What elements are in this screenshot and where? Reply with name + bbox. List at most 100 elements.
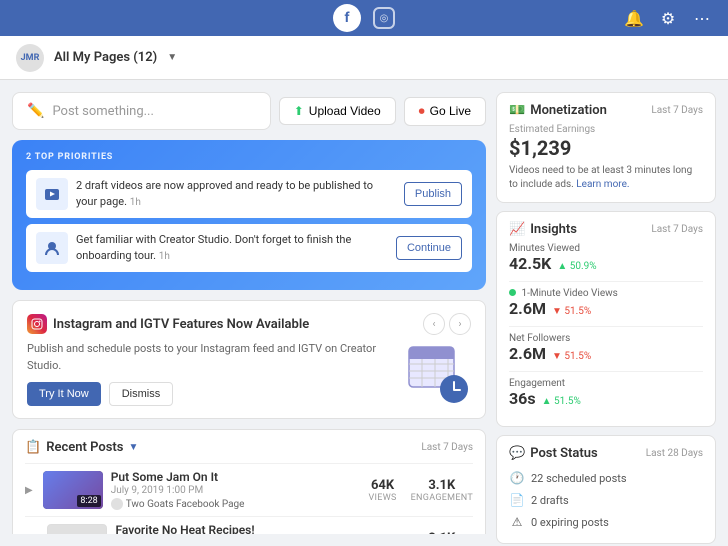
chevron-down-icon[interactable]: ▼ <box>128 442 138 453</box>
nav-center: f ◎ <box>333 4 395 32</box>
post-date-1: July 9, 2019 1:00 PM <box>111 485 361 496</box>
insights-row-followers: Net Followers 2.6M ▼ 51.5% <box>509 333 703 363</box>
insights-card-header: 📈 Insights Last 7 Days <box>509 222 703 237</box>
priorities-card: 2 TOP PRIORITIES 2 draft videos are now … <box>12 140 486 290</box>
monetization-note: Videos need to be at least 3 minutes lon… <box>509 164 703 192</box>
upload-video-button[interactable]: ⬆ Upload Video <box>279 97 396 125</box>
instagram-banner-actions: Try It Now Dismiss <box>27 382 393 406</box>
priority-text-1: 2 draft videos are now approved and read… <box>76 178 396 209</box>
recent-posts-period: Last 7 Days <box>421 442 473 453</box>
go-live-button[interactable]: ⏺ Go Live <box>404 97 486 126</box>
divider <box>509 281 703 282</box>
instagram-banner: Instagram and IGTV Features Now Availabl… <box>12 300 486 419</box>
engagement-stat-1: 3.1K ENGAGEMENT <box>411 478 473 503</box>
post-page-avatar-icon <box>111 498 123 510</box>
edit-icon: ✏️ <box>27 103 44 119</box>
views-stat-1: 64K VIEWS <box>369 478 397 503</box>
try-it-now-button[interactable]: Try It Now <box>27 382 101 406</box>
clock-icon: 🕐 <box>509 471 525 485</box>
post-status-icon: 💬 <box>509 446 525 461</box>
banner-prev-button[interactable]: ‹ <box>423 313 445 335</box>
post-thumbnail-2: Aa <box>47 524 107 534</box>
recent-posts-header: 📋 Recent Posts ▼ Last 7 Days <box>25 440 473 455</box>
post-stats-1: 64K VIEWS 3.1K ENGAGEMENT <box>369 478 474 503</box>
earnings-value: $1,239 <box>509 136 703 160</box>
learn-more-link[interactable]: Learn more. <box>576 179 629 190</box>
drafts-row: 📄 2 drafts <box>509 489 703 511</box>
instagram-nav-icon[interactable]: ◎ <box>373 7 395 29</box>
sub-header: JMR All My Pages (12) ▼ <box>0 36 728 80</box>
main-layout: ✏️ Post something... ⬆ Upload Video ⏺ Go… <box>0 80 728 546</box>
trend-up-icon: ▲ 51.5% <box>542 396 581 407</box>
post-status-title: 💬 Post Status <box>509 446 598 461</box>
avatar: JMR <box>16 44 44 72</box>
monetization-card-header: 💵 Monetization Last 7 Days <box>509 103 703 118</box>
drafts-icon: 📄 <box>509 493 525 507</box>
post-info-1: Put Some Jam On It July 9, 2019 1:00 PM … <box>111 470 361 510</box>
post-row: ▶ 8:28 Put Some Jam On It July 9, 2019 1… <box>25 463 473 516</box>
dismiss-button[interactable]: Dismiss <box>109 382 174 406</box>
divider <box>509 371 703 372</box>
post-title-2: Favorite No Heat Recipes! <box>115 523 360 534</box>
post-placeholder-text: Post something... <box>52 104 153 119</box>
views-stat-2: -- VIEWS <box>369 531 397 535</box>
post-stats-2: -- VIEWS 3.1K ENGAGEMENT <box>369 531 474 535</box>
post-info-2: Favorite No Heat Recipes! July 12, 2019 … <box>115 523 360 534</box>
post-status-header: 💬 Post Status Last 28 Days <box>509 446 703 461</box>
priority-tour-icon <box>36 232 68 264</box>
earnings-label: Estimated Earnings <box>509 124 703 135</box>
instagram-banner-body: Publish and schedule posts to your Insta… <box>27 341 471 406</box>
top-navigation: f ◎ 🔔 ⚙ ⋯ <box>0 0 728 36</box>
banner-next-button[interactable]: › <box>449 313 471 335</box>
money-icon: 💵 <box>509 103 525 118</box>
expiring-posts-row: ⚠ 0 expiring posts <box>509 511 703 533</box>
nav-right-actions: 🔔 ⚙ ⋯ <box>624 8 712 28</box>
post-title-1: Put Some Jam On It <box>111 470 361 484</box>
engagement-stat-2: 3.1K ENGAGEMENT <box>411 531 473 535</box>
trend-up-icon: ▲ 50.9% <box>557 261 596 272</box>
green-dot-icon <box>509 289 516 296</box>
post-page-1: Two Goats Facebook Page <box>111 498 361 510</box>
video-indicator-icon: ▶ <box>25 485 33 496</box>
chevron-down-icon[interactable]: ▼ <box>167 52 177 63</box>
post-status-card: 💬 Post Status Last 28 Days 🕐 22 schedule… <box>496 435 716 544</box>
right-column: 💵 Monetization Last 7 Days Estimated Ear… <box>496 92 716 534</box>
all-pages-selector[interactable]: All My Pages (12) <box>54 50 157 65</box>
monetization-period: Last 7 Days <box>651 105 703 116</box>
insights-card: 📈 Insights Last 7 Days Minutes Viewed 42… <box>496 211 716 427</box>
insights-period: Last 7 Days <box>651 224 703 235</box>
recent-posts-icon: 📋 <box>25 440 41 455</box>
live-icon: ⏺ <box>419 104 425 119</box>
insights-row-minutes: Minutes Viewed 42.5K ▲ 50.9% <box>509 243 703 273</box>
left-column: ✏️ Post something... ⬆ Upload Video ⏺ Go… <box>12 92 486 534</box>
settings-gear-icon[interactable]: ⚙ <box>658 8 678 28</box>
priority-item-1: 2 draft videos are now approved and read… <box>26 170 472 218</box>
priority-video-icon <box>36 178 68 210</box>
insights-icon: 📈 <box>509 222 525 237</box>
warning-icon: ⚠ <box>509 515 525 529</box>
scheduled-posts-row: 🕐 22 scheduled posts <box>509 467 703 489</box>
post-row: 📝 Aa Favorite No Heat Recipes! July 12, … <box>25 516 473 534</box>
insights-row-video-views: 1-Minute Video Views 2.6M ▼ 51.5% <box>509 288 703 318</box>
recent-posts-title: 📋 Recent Posts ▼ <box>25 440 138 455</box>
calendar-illustration <box>401 341 471 401</box>
instagram-banner-description: Publish and schedule posts to your Insta… <box>27 341 393 374</box>
instagram-banner-title: Instagram and IGTV Features Now Availabl… <box>53 317 417 332</box>
publish-button[interactable]: Publish <box>404 182 462 206</box>
trend-down-icon: ▼ 51.5% <box>552 351 591 362</box>
top-action-area: ✏️ Post something... ⬆ Upload Video ⏺ Go… <box>12 92 486 130</box>
continue-button[interactable]: Continue <box>396 236 462 260</box>
post-composer-bar[interactable]: ✏️ Post something... <box>12 92 271 130</box>
monetization-title: 💵 Monetization <box>509 103 607 118</box>
notification-bell-icon[interactable]: 🔔 <box>624 8 644 28</box>
upload-icon: ⬆ <box>294 104 304 118</box>
priority-text-2: Get familiar with Creator Studio. Don't … <box>76 232 388 263</box>
recent-posts-card: 📋 Recent Posts ▼ Last 7 Days ▶ 8:28 Put … <box>12 429 486 534</box>
instagram-banner-header: Instagram and IGTV Features Now Availabl… <box>27 313 471 335</box>
trend-down-icon: ▼ 51.5% <box>552 306 591 317</box>
facebook-nav-icon[interactable]: f <box>333 4 361 32</box>
monetization-card: 💵 Monetization Last 7 Days Estimated Ear… <box>496 92 716 203</box>
more-options-icon[interactable]: ⋯ <box>692 8 712 28</box>
priority-item-2: Get familiar with Creator Studio. Don't … <box>26 224 472 272</box>
divider <box>509 326 703 327</box>
